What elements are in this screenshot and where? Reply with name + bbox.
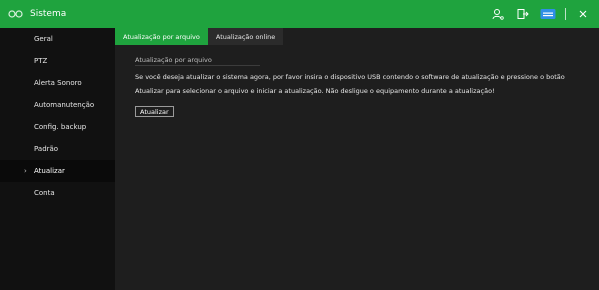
close-icon[interactable] xyxy=(575,7,591,21)
tab-bar: Atualização por arquivo Atualização onli… xyxy=(115,28,599,45)
section-title: Atualização por arquivo xyxy=(135,56,212,64)
sidebar-item-label: Alerta Sonoro xyxy=(34,79,82,87)
title-actions xyxy=(490,7,591,21)
sidebar-item-label: PTZ xyxy=(34,57,48,65)
update-instructions: Se você deseja atualizar o sistema agora… xyxy=(135,73,565,95)
logout-icon[interactable] xyxy=(515,7,531,21)
system-logo-icon xyxy=(6,7,26,21)
sidebar-item-label: Automanutenção xyxy=(34,101,95,109)
sidebar-item-config-backup[interactable]: Config. backup xyxy=(0,116,115,138)
sidebar-item-label: Geral xyxy=(34,35,53,43)
monitor-icon[interactable] xyxy=(540,7,556,21)
update-button[interactable]: Atualizar xyxy=(135,106,174,117)
sidebar-item-automanutencao[interactable]: Automanutenção xyxy=(0,94,115,116)
section-divider xyxy=(135,65,260,66)
user-icon[interactable] xyxy=(490,7,506,21)
sidebar-item-label: Padrão xyxy=(34,145,59,153)
sidebar-item-label: Atualizar xyxy=(34,167,65,175)
sidebar-item-padrao[interactable]: Padrão xyxy=(0,138,115,160)
title-separator xyxy=(565,8,566,20)
main-panel: Atualização por arquivo Atualização onli… xyxy=(115,28,599,290)
sidebar-item-ptz[interactable]: PTZ xyxy=(0,50,115,72)
sidebar-item-label: Config. backup xyxy=(34,123,87,131)
tab-atualizacao-por-arquivo[interactable]: Atualização por arquivo xyxy=(115,28,208,45)
sidebar-item-label: Conta xyxy=(34,189,55,197)
window-title: Sistema xyxy=(30,9,67,19)
tab-content: Atualização por arquivo Se você deseja a… xyxy=(115,45,599,290)
sidebar: Geral PTZ Alerta Sonoro Automanutenção C… xyxy=(0,28,115,290)
sidebar-item-geral[interactable]: Geral xyxy=(0,28,115,50)
sidebar-item-atualizar[interactable]: › Atualizar xyxy=(0,160,115,182)
tab-atualizacao-online[interactable]: Atualização online xyxy=(207,28,284,45)
sidebar-item-conta[interactable]: Conta xyxy=(0,182,115,204)
chevron-right-icon: › xyxy=(24,167,27,175)
title-bar: Sistema xyxy=(0,0,599,28)
sidebar-item-alerta-sonoro[interactable]: Alerta Sonoro xyxy=(0,72,115,94)
